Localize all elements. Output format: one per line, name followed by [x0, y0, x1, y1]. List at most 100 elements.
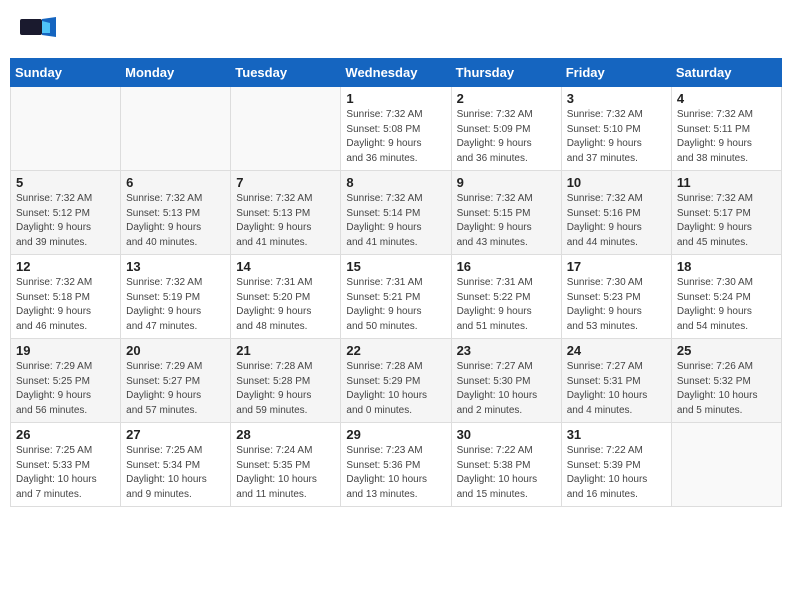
calendar-cell: 20Sunrise: 7:29 AM Sunset: 5:27 PM Dayli…	[121, 339, 231, 423]
day-of-week-header: Wednesday	[341, 59, 451, 87]
calendar-cell: 24 Sunrise: 7:27 AM Sunset: 5:31 PM Dayli…	[561, 339, 671, 423]
calendar-cell: 18Sunrise: 7:30 AM Sunset: 5:24 PM Dayli…	[671, 255, 781, 339]
day-of-week-header: Friday	[561, 59, 671, 87]
day-info: Sunrise: 7:32 AM Sunset: 5:19 PM Dayligh…	[126, 276, 225, 334]
day-info: Sunrise: 7:32 AM Sunset: 5:13 PM Dayligh…	[236, 192, 335, 250]
day-info: Sunrise: 7:32 AM Sunset: 5:09 PM Dayligh…	[457, 108, 556, 166]
calendar-cell: 25 Sunrise: 7:26 AM Sunset: 5:32 PM Dayli…	[671, 339, 781, 423]
day-number: 5	[16, 175, 115, 190]
day-number: 3	[567, 91, 666, 106]
calendar-cell: 4 Sunrise: 7:32 AM Sunset: 5:11 PM Daylig…	[671, 87, 781, 171]
calendar-cell: 28 Sunrise: 7:24 AM Sunset: 5:35 PM Dayli…	[231, 423, 341, 507]
day-number: 9	[457, 175, 556, 190]
day-number: 20	[126, 343, 225, 358]
calendar-cell: 11 Sunrise: 7:32 AM Sunset: 5:17 PM Dayli…	[671, 171, 781, 255]
day-info: Sunrise: 7:29 AM Sunset: 5:25 PM Dayligh…	[16, 360, 115, 418]
day-number: 15	[346, 259, 445, 274]
calendar-cell: 22 Sunrise: 7:28 AM Sunset: 5:29 PM Dayli…	[341, 339, 451, 423]
day-number: 8	[346, 175, 445, 190]
day-info: Sunrise: 7:30 AM Sunset: 5:24 PM Dayligh…	[677, 276, 776, 334]
day-number: 4	[677, 91, 776, 106]
day-info: Sunrise: 7:32 AM Sunset: 5:11 PM Dayligh…	[677, 108, 776, 166]
day-info: Sunrise: 7:31 AM Sunset: 5:22 PM Dayligh…	[457, 276, 556, 334]
day-number: 6	[126, 175, 225, 190]
calendar-cell: 14 Sunrise: 7:31 AM Sunset: 5:20 PM Dayli…	[231, 255, 341, 339]
day-number: 19	[16, 343, 115, 358]
calendar-cell: 26 Sunrise: 7:25 AM Sunset: 5:33 PM Dayli…	[11, 423, 121, 507]
day-number: 13	[126, 259, 225, 274]
day-info: Sunrise: 7:24 AM Sunset: 5:35 PM Dayligh…	[236, 444, 335, 502]
calendar-cell: 15 Sunrise: 7:31 AM Sunset: 5:21 PM Dayli…	[341, 255, 451, 339]
calendar-cell: 9Sunrise: 7:32 AM Sunset: 5:15 PM Daylig…	[451, 171, 561, 255]
day-number: 12	[16, 259, 115, 274]
calendar-cell: 31 Sunrise: 7:22 AM Sunset: 5:39 PM Dayli…	[561, 423, 671, 507]
day-number: 14	[236, 259, 335, 274]
day-number: 24	[567, 343, 666, 358]
day-info: Sunrise: 7:32 AM Sunset: 5:13 PM Dayligh…	[126, 192, 225, 250]
day-info: Sunrise: 7:32 AM Sunset: 5:17 PM Dayligh…	[677, 192, 776, 250]
calendar-cell: 7 Sunrise: 7:32 AM Sunset: 5:13 PM Daylig…	[231, 171, 341, 255]
logo	[20, 15, 58, 43]
calendar-cell	[121, 87, 231, 171]
calendar-cell: 10 Sunrise: 7:32 AM Sunset: 5:16 PM Dayli…	[561, 171, 671, 255]
day-info: Sunrise: 7:32 AM Sunset: 5:14 PM Dayligh…	[346, 192, 445, 250]
calendar-cell: 30 Sunrise: 7:22 AM Sunset: 5:38 PM Dayli…	[451, 423, 561, 507]
day-number: 17	[567, 259, 666, 274]
day-of-week-header: Sunday	[11, 59, 121, 87]
calendar-cell: 16 Sunrise: 7:31 AM Sunset: 5:22 PM Dayli…	[451, 255, 561, 339]
day-of-week-header: Monday	[121, 59, 231, 87]
day-of-week-header: Thursday	[451, 59, 561, 87]
day-number: 23	[457, 343, 556, 358]
calendar-cell	[11, 87, 121, 171]
calendar-cell: 21Sunrise: 7:28 AM Sunset: 5:28 PM Dayli…	[231, 339, 341, 423]
day-info: Sunrise: 7:32 AM Sunset: 5:16 PM Dayligh…	[567, 192, 666, 250]
calendar-cell: 27 Sunrise: 7:25 AM Sunset: 5:34 PM Dayli…	[121, 423, 231, 507]
day-number: 1	[346, 91, 445, 106]
calendar-cell: 23 Sunrise: 7:27 AM Sunset: 5:30 PM Dayli…	[451, 339, 561, 423]
day-number: 16	[457, 259, 556, 274]
day-number: 22	[346, 343, 445, 358]
calendar-cell: 6 Sunrise: 7:32 AM Sunset: 5:13 PM Daylig…	[121, 171, 231, 255]
calendar-table: SundayMondayTuesdayWednesdayThursdayFrid…	[10, 58, 782, 507]
calendar-cell: 3 Sunrise: 7:32 AM Sunset: 5:10 PM Daylig…	[561, 87, 671, 171]
day-number: 28	[236, 427, 335, 442]
calendar-cell	[671, 423, 781, 507]
day-of-week-header: Tuesday	[231, 59, 341, 87]
day-number: 31	[567, 427, 666, 442]
day-info: Sunrise: 7:27 AM Sunset: 5:30 PM Dayligh…	[457, 360, 556, 418]
day-info: Sunrise: 7:32 AM Sunset: 5:12 PM Dayligh…	[16, 192, 115, 250]
day-info: Sunrise: 7:28 AM Sunset: 5:29 PM Dayligh…	[346, 360, 445, 418]
day-info: Sunrise: 7:26 AM Sunset: 5:32 PM Dayligh…	[677, 360, 776, 418]
day-info: Sunrise: 7:32 AM Sunset: 5:18 PM Dayligh…	[16, 276, 115, 334]
day-of-week-header: Saturday	[671, 59, 781, 87]
day-info: Sunrise: 7:25 AM Sunset: 5:33 PM Dayligh…	[16, 444, 115, 502]
day-info: Sunrise: 7:23 AM Sunset: 5:36 PM Dayligh…	[346, 444, 445, 502]
day-number: 10	[567, 175, 666, 190]
day-info: Sunrise: 7:22 AM Sunset: 5:38 PM Dayligh…	[457, 444, 556, 502]
day-number: 30	[457, 427, 556, 442]
calendar-cell: 13 Sunrise: 7:32 AM Sunset: 5:19 PM Dayli…	[121, 255, 231, 339]
calendar-cell: 1Sunrise: 7:32 AM Sunset: 5:08 PM Daylig…	[341, 87, 451, 171]
day-info: Sunrise: 7:22 AM Sunset: 5:39 PM Dayligh…	[567, 444, 666, 502]
calendar-cell: 17 Sunrise: 7:30 AM Sunset: 5:23 PM Dayli…	[561, 255, 671, 339]
day-number: 21	[236, 343, 335, 358]
day-info: Sunrise: 7:30 AM Sunset: 5:23 PM Dayligh…	[567, 276, 666, 334]
logo-icon	[20, 15, 56, 43]
day-info: Sunrise: 7:31 AM Sunset: 5:20 PM Dayligh…	[236, 276, 335, 334]
calendar-cell: 5 Sunrise: 7:32 AM Sunset: 5:12 PM Daylig…	[11, 171, 121, 255]
day-number: 25	[677, 343, 776, 358]
calendar-cell: 8 Sunrise: 7:32 AM Sunset: 5:14 PM Daylig…	[341, 171, 451, 255]
calendar-cell	[231, 87, 341, 171]
day-number: 29	[346, 427, 445, 442]
day-info: Sunrise: 7:27 AM Sunset: 5:31 PM Dayligh…	[567, 360, 666, 418]
day-number: 11	[677, 175, 776, 190]
day-info: Sunrise: 7:25 AM Sunset: 5:34 PM Dayligh…	[126, 444, 225, 502]
day-number: 27	[126, 427, 225, 442]
day-info: Sunrise: 7:32 AM Sunset: 5:10 PM Dayligh…	[567, 108, 666, 166]
calendar-cell: 29 Sunrise: 7:23 AM Sunset: 5:36 PM Dayli…	[341, 423, 451, 507]
day-number: 26	[16, 427, 115, 442]
calendar-cell: 2Sunrise: 7:32 AM Sunset: 5:09 PM Daylig…	[451, 87, 561, 171]
day-number: 7	[236, 175, 335, 190]
day-info: Sunrise: 7:31 AM Sunset: 5:21 PM Dayligh…	[346, 276, 445, 334]
calendar-cell: 12 Sunrise: 7:32 AM Sunset: 5:18 PM Dayli…	[11, 255, 121, 339]
